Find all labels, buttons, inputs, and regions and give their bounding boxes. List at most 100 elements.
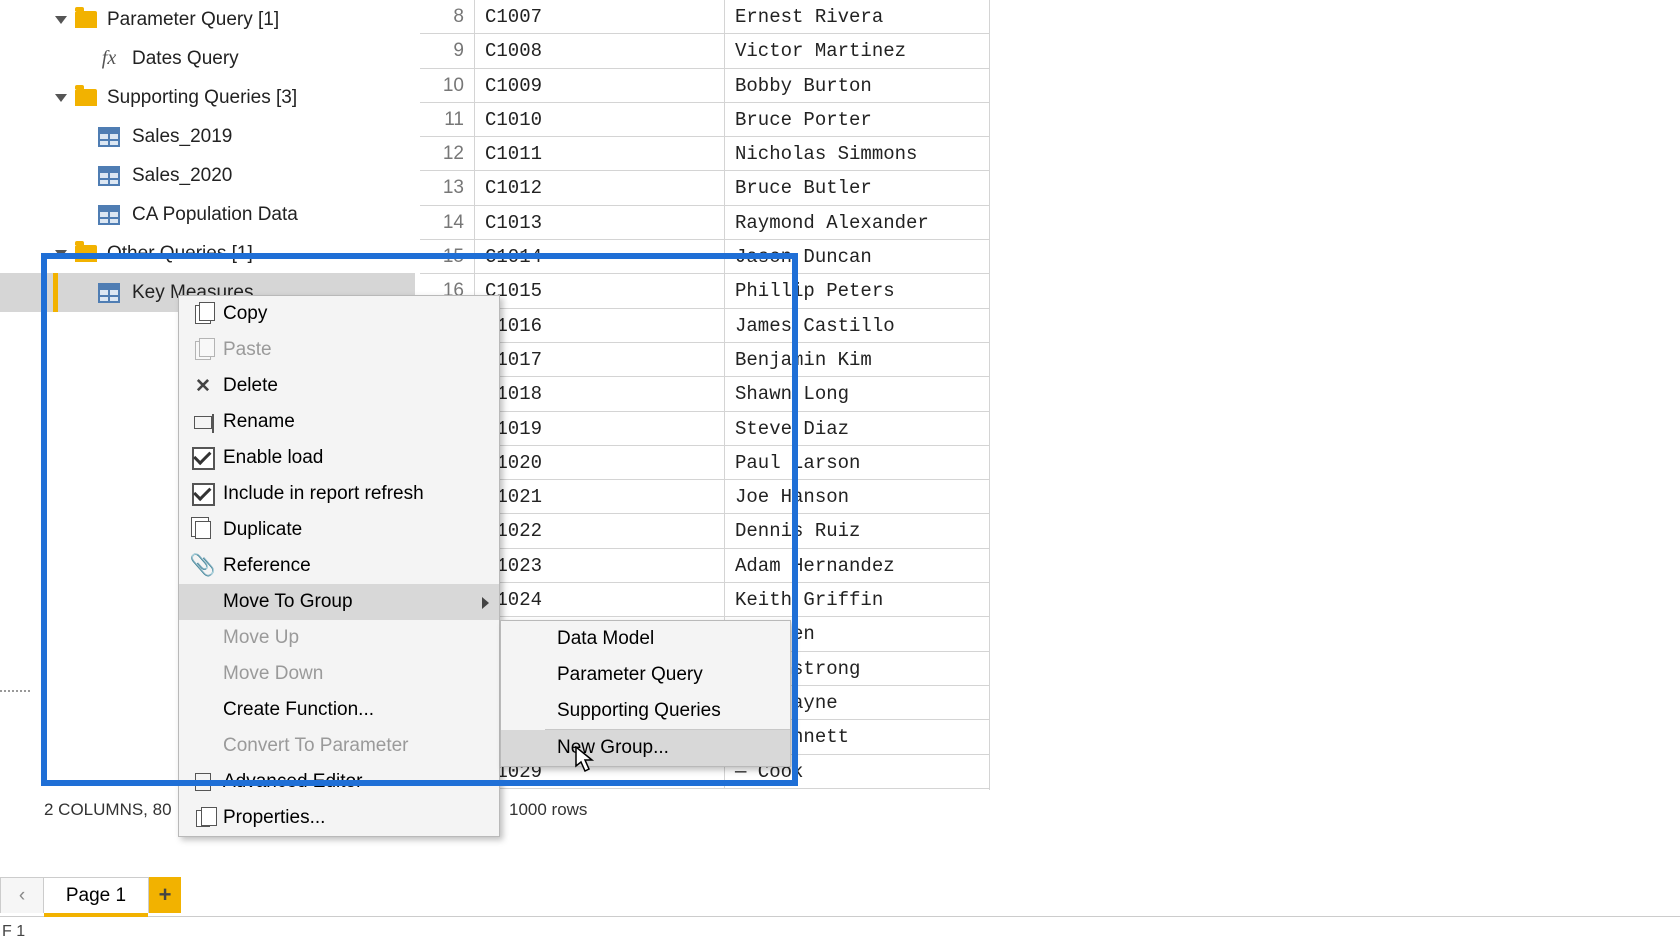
cell-id: C1024 <box>475 583 725 616</box>
cell-name: Joe Hanson <box>725 480 990 513</box>
table-row[interactable]: 12C1011Nicholas Simmons <box>420 137 990 171</box>
ctx-reference[interactable]: 📎 Reference <box>179 548 499 584</box>
ctx-create-function[interactable]: Create Function... <box>179 692 499 728</box>
cell-name: Nicholas Simmons <box>725 137 990 170</box>
cell-id: C1009 <box>475 69 725 102</box>
ctx-paste: Paste <box>179 332 499 368</box>
table-row[interactable]: 13C1012Bruce Butler <box>420 171 990 205</box>
ctx-rename[interactable]: Rename <box>179 404 499 440</box>
table-row[interactable]: 14C1013Raymond Alexander <box>420 206 990 240</box>
submenu-supporting-queries[interactable]: Supporting Queries <box>501 693 790 729</box>
query-label: Sales_2019 <box>132 126 232 148</box>
cell-id: C1016 <box>475 309 725 342</box>
table-row[interactable]: 22C1021Joe Hanson <box>420 480 990 514</box>
tab-strip-border <box>0 916 1680 917</box>
status-rows: 1000 rows <box>509 800 587 820</box>
submenu-label: New Group... <box>557 737 669 759</box>
folder-other-queries[interactable]: Other Queries [1] <box>0 234 415 273</box>
add-page-button[interactable]: + <box>149 877 181 913</box>
ctx-move-to-group[interactable]: Move To Group <box>179 584 499 620</box>
ctx-label: Advanced Editor <box>221 771 362 793</box>
cell-name: Raymond Alexander <box>725 206 990 239</box>
submenu-parameter-query[interactable]: Parameter Query <box>501 657 790 693</box>
ctx-move-up: Move Up <box>179 620 499 656</box>
cell-id: C1014 <box>475 240 725 273</box>
cell-id: C1012 <box>475 171 725 204</box>
ctx-duplicate[interactable]: Duplicate <box>179 512 499 548</box>
row-index: 8 <box>420 0 475 33</box>
ctx-label: Move Down <box>221 663 323 685</box>
table-row[interactable]: 18C1017Benjamin Kim <box>420 343 990 377</box>
folder-parameter-query[interactable]: Parameter Query [1] <box>0 0 415 39</box>
submenu-data-model[interactable]: Data Model <box>501 621 790 657</box>
cell-id: C1022 <box>475 514 725 547</box>
cell-name: James Castillo <box>725 309 990 342</box>
table-icon <box>98 127 120 147</box>
ctx-copy[interactable]: Copy <box>179 296 499 332</box>
table-row[interactable]: 23C1022Dennis Ruiz <box>420 514 990 548</box>
query-label: Dates Query <box>132 48 239 70</box>
cell-id: C1015 <box>475 274 725 307</box>
blank-icon <box>185 620 221 656</box>
table-row[interactable]: 11C1010Bruce Porter <box>420 103 990 137</box>
delete-icon: ✕ <box>185 368 221 404</box>
cell-id: C1008 <box>475 34 725 67</box>
paste-icon <box>185 332 221 368</box>
row-index: 13 <box>420 171 475 204</box>
table-row[interactable]: 25C1024Keith Griffin <box>420 583 990 617</box>
cell-name: Dennis Ruiz <box>725 514 990 547</box>
blank-icon <box>185 728 221 764</box>
tab-nav-left-button[interactable]: ‹ <box>0 877 44 913</box>
table-row[interactable]: 15C1014Jason Duncan <box>420 240 990 274</box>
caret-down-icon <box>55 94 67 102</box>
table-row[interactable]: 24C1023Adam Hernandez <box>420 549 990 583</box>
query-ca-population[interactable]: CA Population Data <box>0 195 415 234</box>
submenu-label: Supporting Queries <box>557 700 721 722</box>
submenu-label: Data Model <box>557 628 654 650</box>
submenu-new-group[interactable]: New Group... <box>501 730 790 766</box>
ctx-enable-load[interactable]: Enable load <box>179 440 499 476</box>
folder-label: Other Queries [1] <box>107 243 253 265</box>
table-row[interactable]: 9C1008Victor Martinez <box>420 34 990 68</box>
row-index: 9 <box>420 34 475 67</box>
resize-handle-icon[interactable] <box>0 690 30 692</box>
move-to-group-submenu: Data Model Parameter Query Supporting Qu… <box>500 620 791 767</box>
ctx-move-down: Move Down <box>179 656 499 692</box>
ctx-advanced-editor[interactable]: Advanced Editor <box>179 764 499 800</box>
ctx-label: Move Up <box>221 627 299 649</box>
cell-name: Victor Martinez <box>725 34 990 67</box>
cell-name: Jason Duncan <box>725 240 990 273</box>
ctx-properties[interactable]: Properties... <box>179 800 499 836</box>
page-tab-1[interactable]: Page 1 <box>44 877 149 913</box>
fx-icon: fx <box>98 47 120 70</box>
cell-name: Benjamin Kim <box>725 343 990 376</box>
ctx-include-refresh[interactable]: Include in report refresh <box>179 476 499 512</box>
cell-id: C1018 <box>475 377 725 410</box>
checkbox-checked-icon <box>185 440 221 476</box>
query-sales-2020[interactable]: Sales_2020 <box>0 156 415 195</box>
row-index: 14 <box>420 206 475 239</box>
table-row[interactable]: 19C1018Shawn Long <box>420 377 990 411</box>
table-row[interactable]: 17C1016James Castillo <box>420 309 990 343</box>
table-row[interactable]: 20C1019Steve Diaz <box>420 412 990 446</box>
table-icon <box>98 166 120 186</box>
folder-supporting-queries[interactable]: Supporting Queries [3] <box>0 78 415 117</box>
ctx-label: Paste <box>221 339 272 361</box>
query-label: Sales_2020 <box>132 165 232 187</box>
table-row[interactable]: 21C1020Paul Larson <box>420 446 990 480</box>
rename-icon <box>185 404 221 440</box>
chevron-right-icon <box>482 597 489 609</box>
cell-id: C1020 <box>475 446 725 479</box>
table-row[interactable]: 16C1015Phillip Peters <box>420 274 990 308</box>
cell-name: Ernest Rivera <box>725 0 990 33</box>
table-row[interactable]: 10C1009Bobby Burton <box>420 69 990 103</box>
cell-id: C1010 <box>475 103 725 136</box>
folder-label: Supporting Queries [3] <box>107 87 297 109</box>
query-dates[interactable]: fx Dates Query <box>0 39 415 78</box>
ctx-delete[interactable]: ✕ Delete <box>179 368 499 404</box>
blank-icon <box>185 692 221 728</box>
table-row[interactable]: 8C1007Ernest Rivera <box>420 0 990 34</box>
query-sales-2019[interactable]: Sales_2019 <box>0 117 415 156</box>
page-tab-label: Page 1 <box>66 885 126 907</box>
cell-name: Phillip Peters <box>725 274 990 307</box>
